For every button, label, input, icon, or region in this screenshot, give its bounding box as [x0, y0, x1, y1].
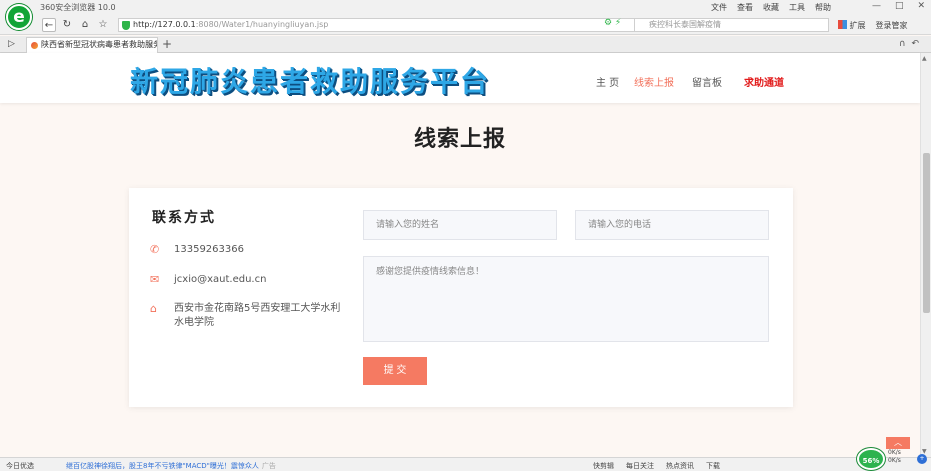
maximize-icon[interactable]: □ [895, 1, 904, 11]
page-title: 线索上报 [413, 127, 506, 152]
status-item-clip[interactable]: 快剪辑 [593, 461, 614, 471]
window-menu: 文件 查看 收藏 工具 帮助 [711, 2, 831, 13]
message-textarea[interactable]: 感谢您提供疫情线索信息！ [363, 256, 769, 342]
notification-icon[interactable]: + [917, 454, 927, 464]
scroll-thumb[interactable] [923, 153, 930, 313]
star-icon[interactable]: ☆ [96, 18, 110, 32]
phone-icon: ✆ [150, 243, 160, 256]
home-address-icon: ⌂ [150, 302, 157, 315]
nav-report-link[interactable]: 线索上报 [634, 74, 692, 89]
tab-favicon [31, 42, 38, 49]
login-button[interactable]: 登录管家 [876, 20, 908, 31]
app-title: 360安全浏览器 10.0 [40, 3, 116, 12]
menu-tools[interactable]: 工具 [789, 2, 805, 13]
phone-text: 13359263366 [174, 244, 244, 255]
menu-view[interactable]: 查看 [737, 2, 753, 13]
lightning-icon[interactable]: ⚙ ⚡ [604, 18, 621, 28]
contact-email: ✉ jcxio@xaut.edu.cn [150, 273, 344, 287]
scroll-up-icon[interactable]: ▲ [922, 55, 927, 62]
download-speed: 0K/s [888, 457, 901, 464]
restore-tab-icon[interactable]: ↶ [911, 39, 919, 49]
extensions-button[interactable]: 扩展 [838, 20, 866, 31]
nav-board-link[interactable]: 留言板 [692, 74, 744, 89]
tab-title: 陕西省新型冠状病毒患者救助服务平台 [41, 40, 157, 49]
back-icon[interactable]: ← [42, 18, 56, 32]
refresh-icon[interactable]: ↻ [60, 18, 74, 32]
tab-bar: ▷ 陕西省新型冠状病毒患者救助服务平台 × + ∩ ↶ [0, 36, 931, 53]
network-speed: 0K/s 0K/s [888, 449, 901, 465]
menu-file[interactable]: 文件 [711, 2, 727, 13]
minimize-icon[interactable]: — [872, 1, 881, 11]
upload-speed: 0K/s [888, 449, 901, 456]
extensions-icon [838, 20, 847, 29]
shield-icon [122, 21, 130, 30]
report-card: 联系方式 ✆ 13359263366 ✉ jcxio@xaut.edu.cn ⌂… [129, 188, 793, 407]
address-text: 西安市金花南路5号西安理工大学水利水电学院 [174, 303, 341, 328]
menu-help[interactable]: 帮助 [815, 2, 831, 13]
status-item-download[interactable]: 下载 [706, 461, 720, 471]
headset-icon[interactable]: ∩ [899, 39, 906, 49]
browser-titlebar: 360安全浏览器 10.0 文件 查看 收藏 工具 帮助 — □ ✕ [0, 0, 931, 15]
search-input[interactable]: 疾控科长泰国解疫情 [634, 18, 829, 32]
status-tools: 快剪辑 每日关注 热点资讯 下载 [593, 461, 720, 471]
nav-home-link[interactable]: 主 页 [596, 74, 634, 89]
news-ticker[interactable]: 继百亿股神徐翔后，股王8年不亏铁律"MACD"曝光！震惊众人 广告 [66, 461, 276, 471]
page-scrollbar[interactable]: ▲ ▼ [920, 53, 931, 457]
url-input[interactable]: http://127.0.0.1:8080/Water1/huanyingliu… [118, 18, 642, 32]
contact-phone: ✆ 13359263366 [150, 243, 344, 257]
extension-area: 扩展 登录管家 [838, 20, 908, 31]
site-header: 新冠肺炎患者救助服务平台 主 页 线索上报 留言板 求助通道 [0, 53, 920, 103]
mail-icon: ✉ [150, 273, 160, 286]
url-path: :8080/Water1/huanyingliuyan.jsp [195, 20, 329, 29]
name-input[interactable]: 请输入您的姓名 [363, 210, 557, 240]
url-host: http://127.0.0.1 [133, 20, 196, 29]
status-item-follow[interactable]: 每日关注 [626, 461, 654, 471]
site-nav: 主 页 线索上报 留言板 求助通道 [596, 74, 784, 89]
status-item-news[interactable]: 热点资讯 [666, 461, 694, 471]
home-icon[interactable]: ⌂ [78, 18, 92, 32]
nav-buttons: ← ↻ ⌂ ☆ [42, 18, 110, 32]
address-bar: ← ↻ ⌂ ☆ http://127.0.0.1:8080/Water1/hua… [0, 15, 931, 35]
tab-close-icon[interactable]: × [146, 38, 154, 52]
email-text: jcxio@xaut.edu.cn [174, 274, 267, 285]
contact-address: ⌂ 西安市金花南路5号西安理工大学水利水电学院 [150, 302, 344, 330]
tab-active[interactable]: 陕西省新型冠状病毒患者救助服务平台 × [26, 37, 158, 53]
news-text: 继百亿股神徐翔后，股王8年不亏铁律"MACD"曝光！震惊众人 [66, 462, 259, 470]
close-window-icon[interactable]: ✕ [917, 1, 925, 11]
window-controls: — □ ✕ [872, 1, 925, 11]
menu-favorites[interactable]: 收藏 [763, 2, 779, 13]
sidebar-toggle-icon[interactable]: ▷ [8, 39, 15, 49]
contact-title: 联系方式 [152, 210, 216, 226]
browser-logo-icon: e [6, 4, 32, 30]
phone-input[interactable]: 请输入您的电话 [575, 210, 769, 240]
back-to-top-icon[interactable]: ︿ [886, 437, 910, 449]
tab-tools: ∩ ↶ [899, 39, 919, 49]
submit-button[interactable]: 提 交 [363, 357, 427, 385]
new-tab-button[interactable]: + [162, 37, 172, 51]
status-bar: 今日优选 继百亿股神徐翔后，股王8年不亏铁律"MACD"曝光！震惊众人 广告 快剪… [0, 457, 931, 471]
site-logo[interactable]: 新冠肺炎患者救助服务平台 [130, 60, 490, 100]
today-picks[interactable]: 今日优选 [6, 461, 34, 471]
memory-gauge[interactable]: 56% [857, 448, 885, 470]
nav-help-link[interactable]: 求助通道 [744, 74, 784, 89]
ad-tag: 广告 [261, 462, 276, 470]
extensions-label: 扩展 [849, 21, 866, 30]
